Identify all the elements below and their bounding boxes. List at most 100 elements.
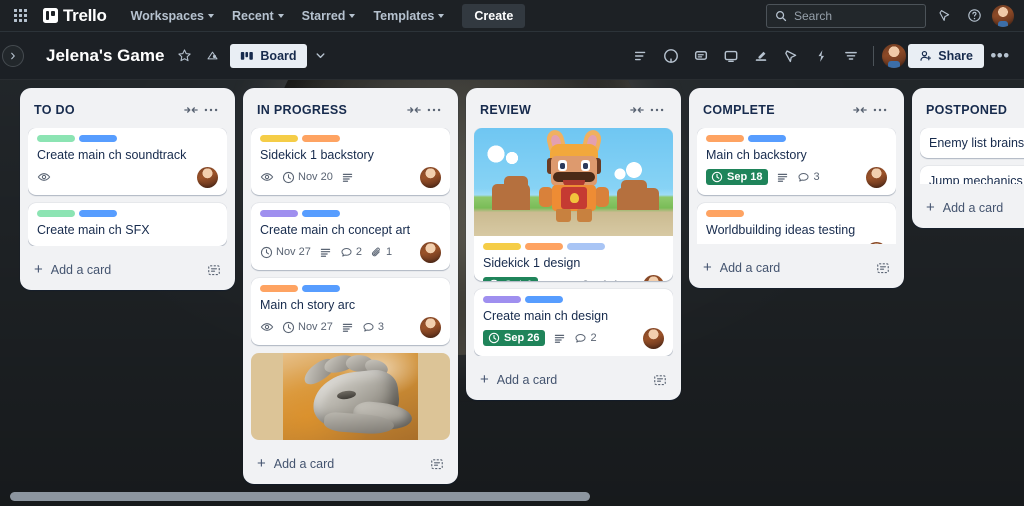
share-button[interactable]: Share [908,43,984,68]
card[interactable]: Create main ch concept art Nov 27 2 1 [251,203,450,270]
card[interactable]: Main ch story arc Nov 27 3 [251,278,450,345]
card[interactable]: Main ch backstory Sep 18 3 [697,128,896,195]
card-member-avatar[interactable] [197,166,218,188]
send-icon[interactable] [777,42,805,70]
nav-item-templates[interactable]: Templates [365,4,452,28]
create-button[interactable]: Create [462,3,526,28]
list-actions-icon[interactable] [201,100,221,120]
card-label[interactable] [37,135,75,142]
add-card-button[interactable]: + Add a card [251,448,450,478]
card-template-icon[interactable] [876,261,890,275]
card-label[interactable] [706,135,744,142]
trello-home-logo[interactable]: Trello [39,3,111,29]
attachments-badge: 1 [370,246,392,259]
nav-item-starred[interactable]: Starred [294,4,364,28]
account-avatar[interactable] [992,4,1014,27]
add-card-button[interactable]: + Add a card [28,254,227,284]
card-label[interactable] [567,243,605,250]
board-title[interactable]: Jelena's Game [40,42,170,70]
board-view-chevron[interactable] [307,42,335,70]
horizontal-board-scrollbar[interactable] [0,490,1024,502]
person-add-icon [920,50,932,61]
card-label[interactable] [260,210,298,217]
list-actions-icon[interactable] [870,100,890,120]
card[interactable]: Jump mechanics prototype [920,166,1024,184]
collapse-list-icon[interactable] [404,100,424,120]
search-input[interactable]: Search [766,3,926,28]
card-member-avatar[interactable] [643,327,664,349]
nav-item-workspaces[interactable]: Workspaces [123,4,222,28]
card-label[interactable] [483,296,521,303]
card[interactable]: Enemy list brainstorm [920,128,1024,158]
card-member-avatar[interactable] [866,241,887,244]
chevron-down-icon [316,53,325,59]
board-header-actions: Share ••• [627,42,1014,70]
card-label[interactable] [525,243,563,250]
ellipsis-glyph [873,108,887,112]
star-icon[interactable] [170,42,198,70]
description-badge [341,171,354,184]
card-label[interactable] [79,135,117,142]
card[interactable]: Sidekick 1 design Oct 4 [474,128,673,281]
workspace-visibility-icon[interactable] [198,42,226,70]
card[interactable]: Create main ch SFX [28,203,227,246]
card-label[interactable] [79,210,117,217]
power-ups-icon[interactable] [807,42,835,70]
card[interactable]: Create main ch design Sep 26 2 [474,289,673,356]
card-title: Sidekick 1 design [483,256,581,270]
add-card-button[interactable]: + Add a card [474,364,673,394]
sidebar-expand-button[interactable] [2,44,24,67]
list-title[interactable]: REVIEW [480,103,627,117]
card[interactable]: Sidekick 1 backstory Nov 20 [251,128,450,195]
apps-grid-icon[interactable] [8,4,32,28]
share-label: Share [938,48,973,63]
list-title[interactable]: IN PROGRESS [257,103,404,117]
card-member-avatar[interactable] [420,166,441,188]
card-member-avatar[interactable] [420,241,441,263]
filter-sort-icon[interactable] [627,42,655,70]
card-label[interactable] [483,243,521,250]
card-member-avatar[interactable] [420,316,441,338]
automation-icon[interactable] [747,42,775,70]
card-member-avatar[interactable] [866,166,887,188]
list-actions-icon[interactable] [647,100,667,120]
collapse-list-icon[interactable] [627,100,647,120]
question-circle-icon [967,9,981,22]
card-label[interactable] [706,210,744,217]
github-icon[interactable] [657,42,685,70]
board-view-selector[interactable]: Board [230,43,307,68]
card-template-icon[interactable] [207,263,221,277]
card-label[interactable] [260,285,298,292]
filter-icon[interactable] [837,42,865,70]
card-label[interactable] [37,210,75,217]
card-label[interactable] [302,135,340,142]
collapse-list-icon[interactable] [181,100,201,120]
card-dragon-statue-image[interactable] [251,353,450,440]
board-more-menu[interactable]: ••• [986,42,1014,70]
card-label[interactable] [302,210,340,217]
slack-icon[interactable] [687,42,715,70]
help-icon[interactable] [962,4,986,28]
list-title[interactable]: POSTPONED [926,103,1024,117]
notifications-bell-icon[interactable] [932,4,956,28]
card-member-avatar[interactable] [643,274,664,281]
scrollbar-thumb[interactable] [10,492,590,501]
list-title[interactable]: TO DO [34,103,181,117]
card[interactable]: Create main ch soundtrack [28,128,227,195]
bolt-glyph [818,49,825,62]
nav-item-recent[interactable]: Recent [224,4,292,28]
card-label[interactable] [302,285,340,292]
add-card-button[interactable]: + Add a card [920,192,1024,222]
add-card-button[interactable]: + Add a card [697,252,896,282]
card-label[interactable] [748,135,786,142]
list-actions-icon[interactable] [424,100,444,120]
board-member-avatar[interactable] [882,43,907,68]
screen-share-icon[interactable] [717,42,745,70]
card-label[interactable] [260,135,298,142]
card[interactable]: Worldbuilding ideas testing Sep 24 [697,203,896,244]
card-template-icon[interactable] [430,457,444,471]
collapse-list-icon[interactable] [850,100,870,120]
card-template-icon[interactable] [653,373,667,387]
list-title[interactable]: COMPLETE [703,103,850,117]
card-label[interactable] [525,296,563,303]
